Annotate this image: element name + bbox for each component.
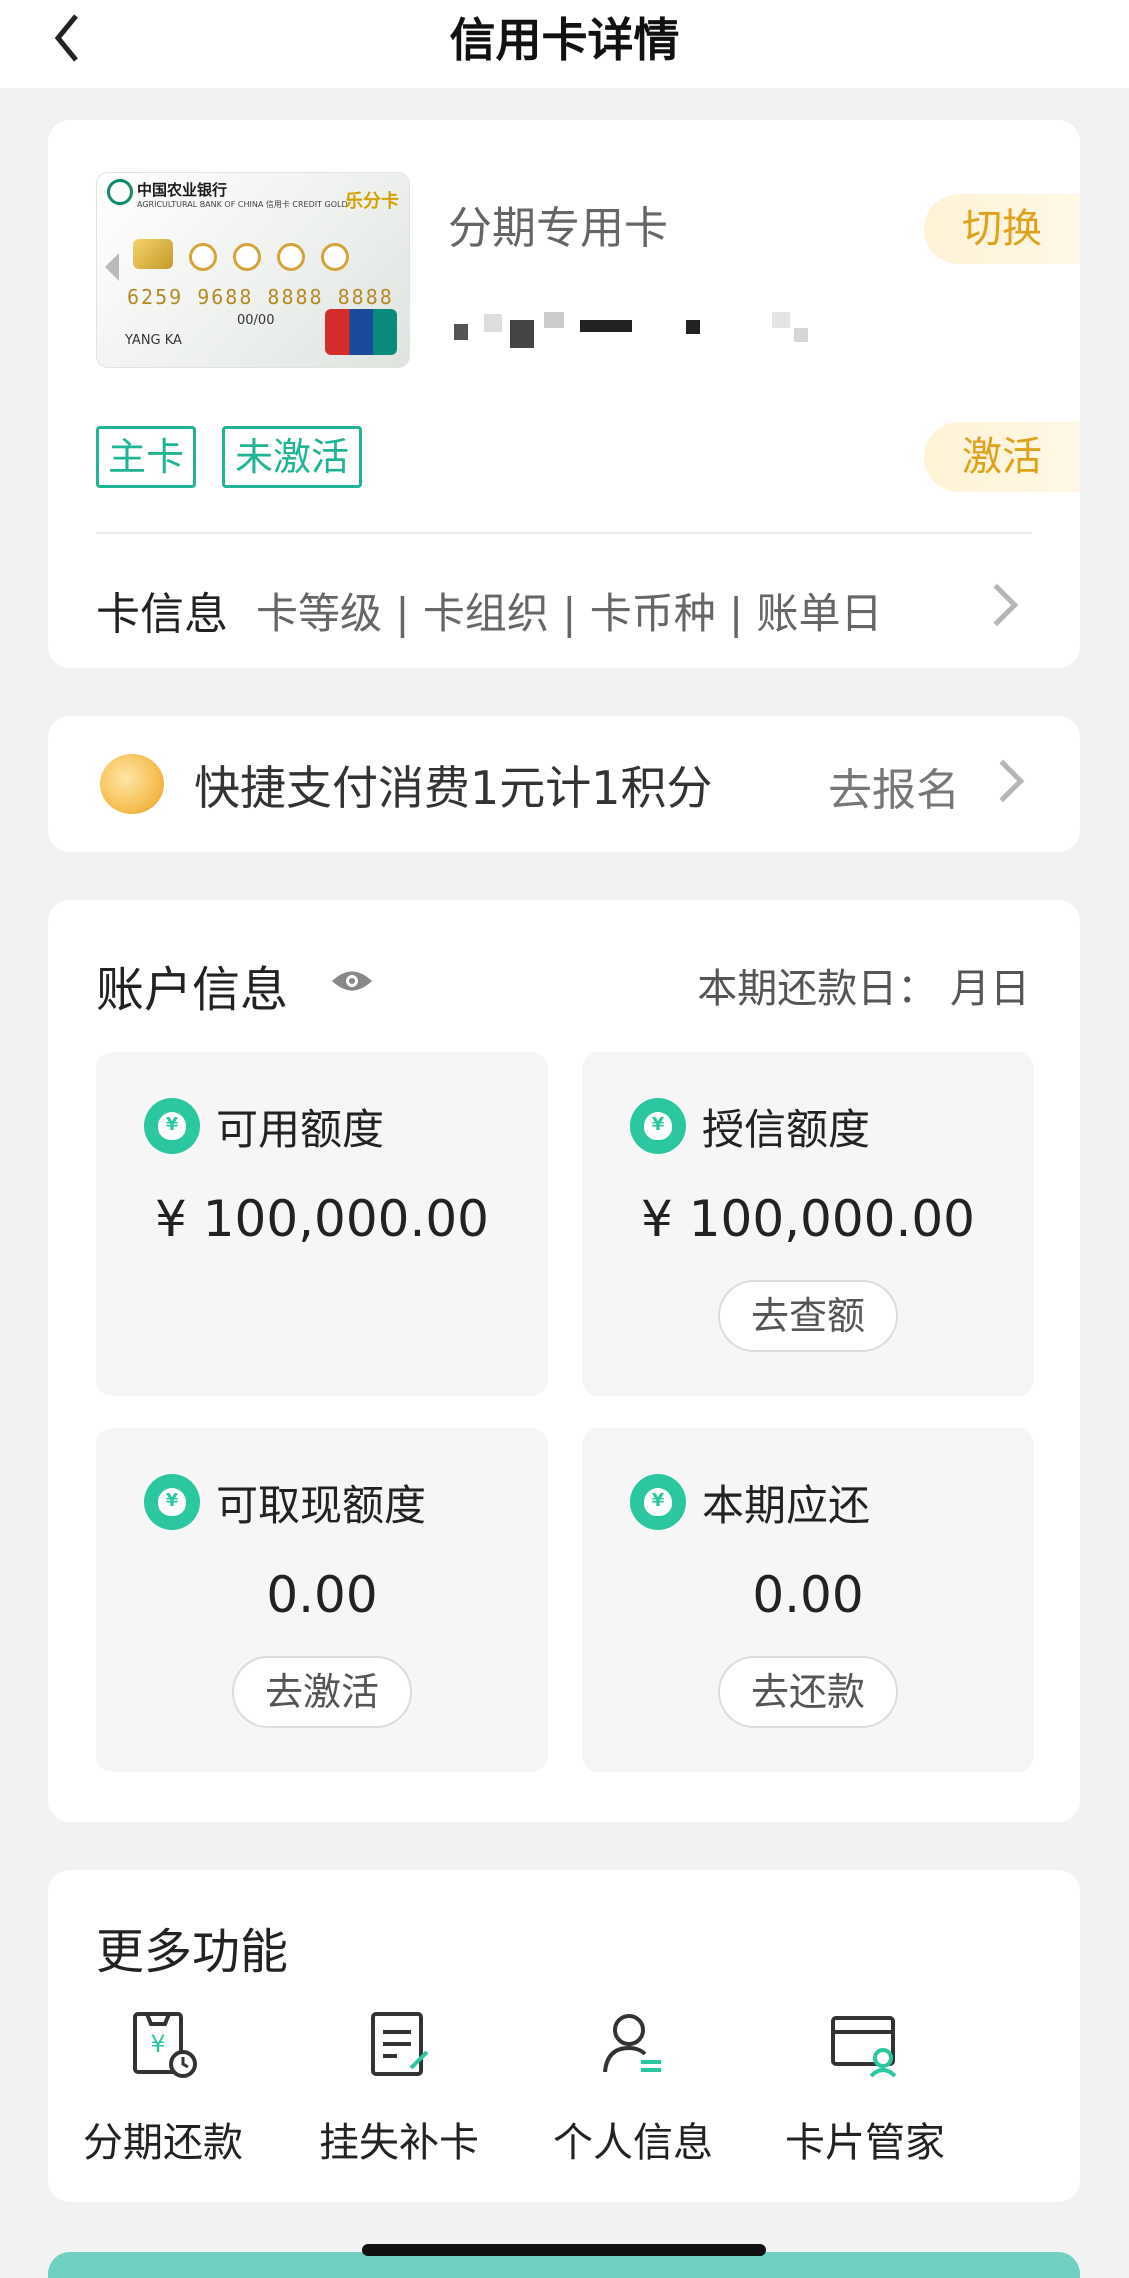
tile-value: 0.00 — [752, 1566, 864, 1624]
masked-card-number — [454, 310, 874, 350]
report-loss-item[interactable]: 挂失补卡 — [284, 2006, 514, 2176]
gold-coin-icon — [100, 754, 164, 814]
card-bank-name: 中国农业银行 — [137, 181, 228, 199]
card-manager-item[interactable]: 卡片管家 — [750, 2006, 980, 2176]
personal-info-item[interactable]: 个人信息 — [518, 2006, 748, 2176]
promo-text: 快捷支付消费1元计1积分 — [194, 761, 713, 815]
promo-banner[interactable]: 快捷支付消费1元计1积分 去报名 — [48, 716, 1080, 852]
installment-repay-item[interactable]: ¥ 分期还款 — [48, 2006, 278, 2176]
tile-label: 授信额度 — [702, 1105, 871, 1154]
card-valid: 00/00 — [237, 313, 275, 328]
card-brand: 乐分卡 — [345, 191, 399, 212]
money-bag-icon: ¥ — [630, 1474, 686, 1530]
primary-card-tag: 主卡 — [96, 426, 196, 488]
card-number: 6259 9688 8888 8888 — [127, 285, 394, 309]
chip-icon — [133, 239, 173, 269]
tile-value: 0.00 — [266, 1566, 378, 1624]
function-label: 挂失补卡 — [319, 2120, 479, 2166]
card-info-row[interactable]: 卡信息 卡等级 | 卡组织 | 卡币种 | 账单日 — [96, 570, 1032, 640]
card-info-items: 卡等级 | 卡组织 | 卡币种 | 账单日 — [256, 589, 883, 638]
eye-icon[interactable] — [330, 968, 374, 994]
more-functions-title: 更多功能 — [96, 1924, 289, 1980]
card-type: 分期专用卡 — [448, 203, 668, 254]
card-panel: 中国农业银行 AGRICULTURAL BANK OF CHINA 信用卡 CR… — [48, 120, 1080, 668]
money-bag-icon: ¥ — [630, 1098, 686, 1154]
account-info-title: 账户信息 — [96, 962, 289, 1018]
switch-card-button[interactable]: 切换 — [924, 194, 1080, 264]
report-loss-icon — [371, 2012, 429, 2076]
divider — [96, 532, 1032, 534]
inactive-status-tag: 未激活 — [222, 426, 362, 488]
chevron-right-icon — [981, 759, 1025, 803]
page-title: 信用卡详情 — [449, 13, 680, 67]
function-label: 卡片管家 — [785, 2120, 945, 2166]
available-credit-tile: ¥ 可用额度 ¥ 100,000.00 — [96, 1052, 548, 1396]
money-bag-icon: ¥ — [144, 1098, 200, 1154]
more-functions-panel: 更多功能 ¥ 分期还款 挂失补卡 个人信息 卡片管家 — [48, 1870, 1080, 2202]
card-info-label: 卡信息 — [96, 589, 228, 640]
svg-text:¥: ¥ — [150, 2030, 165, 2058]
promo-signup-link[interactable]: 去报名 — [828, 754, 960, 818]
activate-button[interactable]: 激活 — [924, 422, 1080, 492]
installment-repay-icon: ¥ — [133, 2012, 197, 2078]
cash-withdrawal-tile: ¥ 可取现额度 0.00 去激活 — [96, 1428, 548, 1772]
tile-label: 可用额度 — [216, 1105, 385, 1154]
bank-logo-icon — [107, 179, 133, 205]
tile-label: 可取现额度 — [216, 1481, 427, 1530]
card-emblem-icon — [233, 243, 261, 271]
account-info-panel: 账户信息 本期还款日： 月日 ¥ 可用额度 ¥ 100,000.00 ¥ 授信额… — [48, 900, 1080, 1822]
money-bag-icon: ¥ — [144, 1474, 200, 1530]
chevron-right-icon — [975, 583, 1019, 627]
tile-value: ¥ 100,000.00 — [155, 1190, 489, 1248]
personal-info-icon — [603, 2014, 661, 2073]
activate-cash-button[interactable]: 去激活 — [232, 1656, 412, 1728]
credit-limit-tile: ¥ 授信额度 ¥ 100,000.00 去查额 — [582, 1052, 1034, 1396]
repay-button[interactable]: 去还款 — [718, 1656, 898, 1728]
repayment-date: 本期还款日： 月日 — [697, 966, 1030, 1012]
amount-due-tile: ¥ 本期应还 0.00 去还款 — [582, 1428, 1034, 1772]
function-label: 分期还款 — [83, 2120, 243, 2166]
nav-bar: 信用卡详情 — [0, 0, 1129, 88]
unionpay-icon — [325, 309, 397, 355]
card-image: 中国农业银行 AGRICULTURAL BANK OF CHINA 信用卡 CR… — [96, 172, 410, 368]
tile-label: 本期应还 — [702, 1481, 871, 1530]
tile-value: ¥ 100,000.00 — [641, 1190, 975, 1248]
home-indicator — [362, 2244, 766, 2256]
card-holder: YANG KA — [125, 333, 182, 348]
card-emblem-icon — [321, 243, 349, 271]
card-manager-icon — [831, 2016, 897, 2078]
card-arrow-icon — [105, 253, 119, 281]
card-emblem-icon — [189, 243, 217, 271]
card-bank-sub: AGRICULTURAL BANK OF CHINA 信用卡 CREDIT GO… — [137, 200, 348, 209]
function-label: 个人信息 — [553, 2120, 713, 2166]
card-emblem-icon — [277, 243, 305, 271]
check-limit-button[interactable]: 去查额 — [718, 1280, 898, 1352]
